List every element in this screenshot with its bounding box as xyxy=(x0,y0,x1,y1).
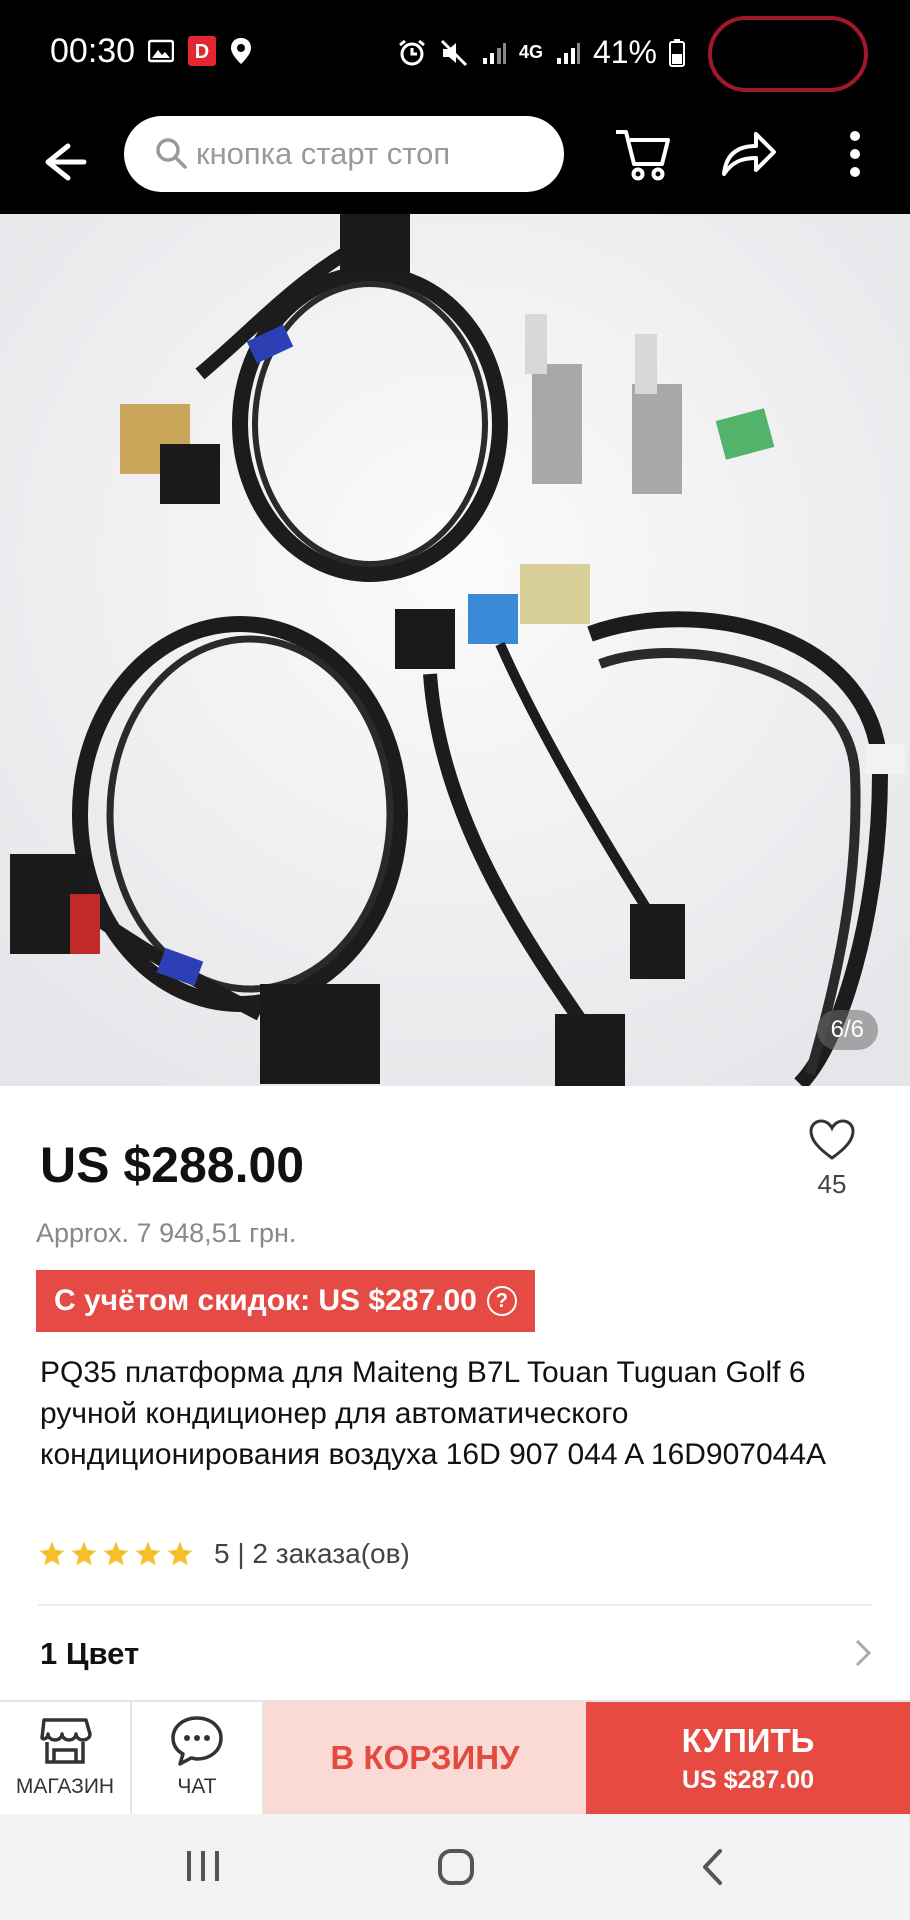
gallery-icon xyxy=(148,39,174,63)
more-options-icon[interactable] xyxy=(848,128,862,180)
rating-value: 5 xyxy=(214,1538,230,1569)
chat-icon xyxy=(171,1716,223,1766)
discount-text: С учётом скидок: US $287.00 xyxy=(54,1284,477,1317)
search-placeholder: кнопка старт стоп xyxy=(196,136,451,171)
system-navigation-bar xyxy=(0,1814,910,1920)
wire-harness-illustration xyxy=(0,214,910,1086)
product-price: US $288.00 xyxy=(40,1137,305,1193)
store-label: МАГАЗИН xyxy=(15,1775,115,1798)
wishlist-count: 45 xyxy=(817,1169,847,1199)
store-icon xyxy=(40,1718,92,1764)
mute-icon xyxy=(440,39,467,66)
app-notification-icon: D xyxy=(188,36,216,66)
color-selector[interactable]: 1 Цвет xyxy=(0,1606,910,1700)
status-bar: 00:30 D 4G 41% xyxy=(0,0,910,110)
star-icon xyxy=(71,1541,97,1566)
network-type: 4G xyxy=(518,42,543,62)
product-title: PQ35 платформа для Maiteng B7L Touan Tug… xyxy=(40,1356,827,1471)
search-icon xyxy=(156,138,187,169)
top-app-bar: кнопка старт стоп xyxy=(0,110,910,214)
back-icon[interactable] xyxy=(700,1848,724,1886)
screen-recorder-indicator xyxy=(708,16,868,92)
home-icon[interactable] xyxy=(437,1848,475,1886)
buy-label: КУПИТЬ xyxy=(681,1721,815,1759)
signal-icon-2 xyxy=(556,42,580,64)
cart-icon[interactable] xyxy=(614,124,670,184)
discount-badge[interactable]: С учётом скидок: US $287.00? xyxy=(36,1270,535,1332)
heart-icon xyxy=(809,1119,855,1160)
orders-count: | 2 заказа(ов) xyxy=(237,1538,410,1569)
back-arrow-icon[interactable] xyxy=(38,134,90,190)
star-icon xyxy=(135,1541,161,1566)
recent-apps-icon[interactable] xyxy=(184,1848,222,1884)
share-icon[interactable] xyxy=(720,128,778,180)
rating-row[interactable]: 5 | 2 заказа(ов) xyxy=(38,1538,410,1570)
color-label: 1 Цвет xyxy=(40,1636,140,1671)
alarm-icon xyxy=(399,39,425,65)
buy-now-button[interactable]: КУПИТЬ US $287.00 xyxy=(586,1702,910,1814)
buy-price: US $287.00 xyxy=(681,1765,815,1794)
star-icon xyxy=(167,1541,193,1566)
help-icon[interactable]: ? xyxy=(486,1286,517,1316)
battery-level: 41% xyxy=(592,34,657,70)
search-input[interactable]: кнопка старт стоп xyxy=(124,116,564,192)
image-counter: 6/6 xyxy=(816,1010,878,1050)
svg-text:D: D xyxy=(195,41,209,63)
store-button[interactable]: МАГАЗИН xyxy=(0,1702,132,1814)
wishlist-button[interactable]: 45 xyxy=(806,1118,858,1200)
location-icon xyxy=(231,38,251,64)
signal-icon xyxy=(482,42,506,64)
product-image[interactable]: 6/6 xyxy=(0,214,910,1086)
status-time: 00:30 xyxy=(50,32,136,70)
star-rating xyxy=(38,1540,194,1568)
bottom-action-bar: МАГАЗИН ЧАТ В КОРЗИНУ КУПИТЬ US $287.00 xyxy=(0,1700,910,1814)
approx-price: Approx. 7 948,51 грн. xyxy=(36,1218,297,1248)
star-icon xyxy=(39,1541,65,1566)
battery-icon xyxy=(669,38,685,67)
star-icon xyxy=(103,1541,129,1566)
chevron-right-icon xyxy=(855,1639,872,1667)
add-to-cart-button[interactable]: В КОРЗИНУ xyxy=(264,1702,586,1814)
chat-button[interactable]: ЧАТ xyxy=(132,1702,264,1814)
chat-label: ЧАТ xyxy=(177,1775,217,1798)
